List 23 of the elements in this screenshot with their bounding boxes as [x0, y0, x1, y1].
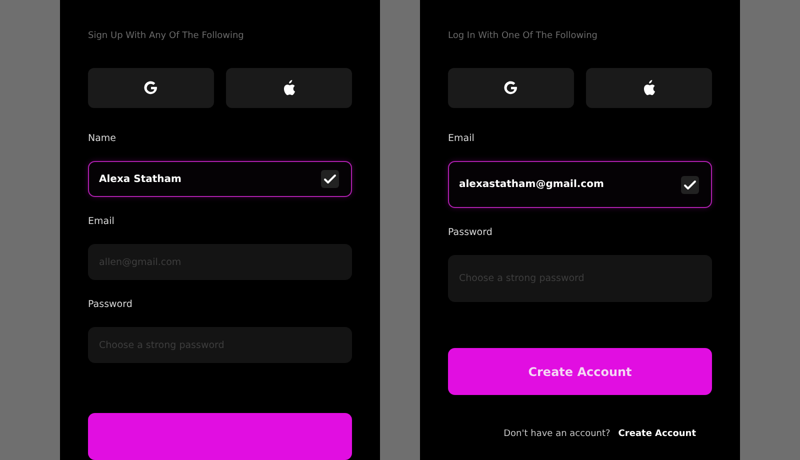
check-icon: [681, 176, 699, 194]
field-label: Email: [448, 132, 476, 146]
check-icon: [321, 170, 339, 188]
apple-icon: [642, 80, 656, 96]
apple-button[interactable]: [586, 68, 712, 108]
submit-button[interactable]: Create Account: [448, 348, 712, 395]
google-button[interactable]: [448, 68, 574, 108]
field-label: Email: [88, 215, 116, 229]
apple-button[interactable]: [226, 68, 352, 108]
input-field[interactable]: Alexa Statham: [88, 161, 352, 197]
field-label: Name: [88, 132, 118, 146]
g-letter-icon: [503, 80, 519, 96]
footer-text: Don't have an account?: [504, 429, 610, 439]
g-letter-icon: [143, 80, 159, 96]
submit-button[interactable]: [88, 413, 352, 460]
subtitle: Sign Up With Any Of The Following: [88, 30, 245, 42]
input-field[interactable]: alexastatham@gmail.com: [448, 161, 712, 208]
field-label: Password: [448, 226, 494, 240]
google-button[interactable]: [88, 68, 214, 108]
create-account-link[interactable]: Create Account: [618, 429, 696, 439]
subtitle: Log In With One Of The Following: [448, 30, 598, 42]
apple-icon: [282, 80, 296, 96]
field-label: Password: [88, 298, 134, 312]
